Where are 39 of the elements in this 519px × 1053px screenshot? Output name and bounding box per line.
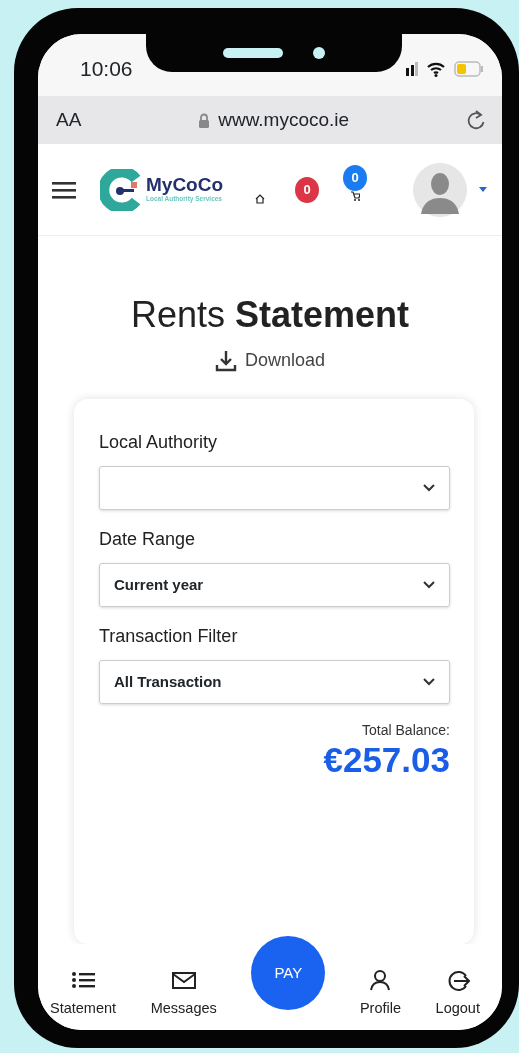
chevron-down-icon [423,484,435,492]
download-icon [214,349,237,372]
notification-badge[interactable]: 0 [295,176,320,203]
wifi-icon [426,61,446,77]
reload-icon[interactable] [466,109,486,131]
avatar-icon[interactable] [413,161,468,218]
field-label: Date Range [99,528,197,551]
chevron-down-icon [423,581,435,589]
page-title: Rents Statement [129,293,411,337]
lock-icon [198,112,211,128]
cart-badge[interactable]: 0 [343,164,368,191]
speaker-slot-icon [223,48,283,58]
camera-icon [313,47,325,59]
nav-item[interactable]: Logout [435,970,480,1020]
person-icon [368,970,393,993]
menu-icon[interactable] [52,179,76,200]
home-icon[interactable] [255,193,266,204]
text-size-button[interactable]: AA [56,105,82,135]
pay-button[interactable]: PAY [251,936,326,1010]
signal-icon [404,62,418,76]
caret-icon[interactable] [479,186,488,193]
clock-text: 10:06 [80,56,133,83]
cart-icon[interactable] [350,190,361,201]
field-label: Transaction Filter [99,625,239,648]
logo-mark-icon [100,168,142,211]
chevron-down-icon [423,678,435,686]
select-field[interactable]: All Transaction [99,660,450,704]
url-text[interactable]: www.mycoco.ie [218,105,350,135]
balance-amount: €257.03 [322,741,450,780]
nav-item[interactable]: Profile [359,970,402,1020]
nav-item[interactable]: Messages [150,970,217,1020]
field-label: Local Authority [99,431,219,454]
balance-label: Total Balance: [361,721,450,740]
download-link[interactable]: Download [213,346,327,375]
nav-item[interactable]: Statement [50,970,117,1020]
select-field[interactable]: Current year [99,563,450,607]
logo-name: MyCoCo [146,175,224,195]
battery-icon [454,61,484,77]
select-field[interactable] [99,466,450,510]
